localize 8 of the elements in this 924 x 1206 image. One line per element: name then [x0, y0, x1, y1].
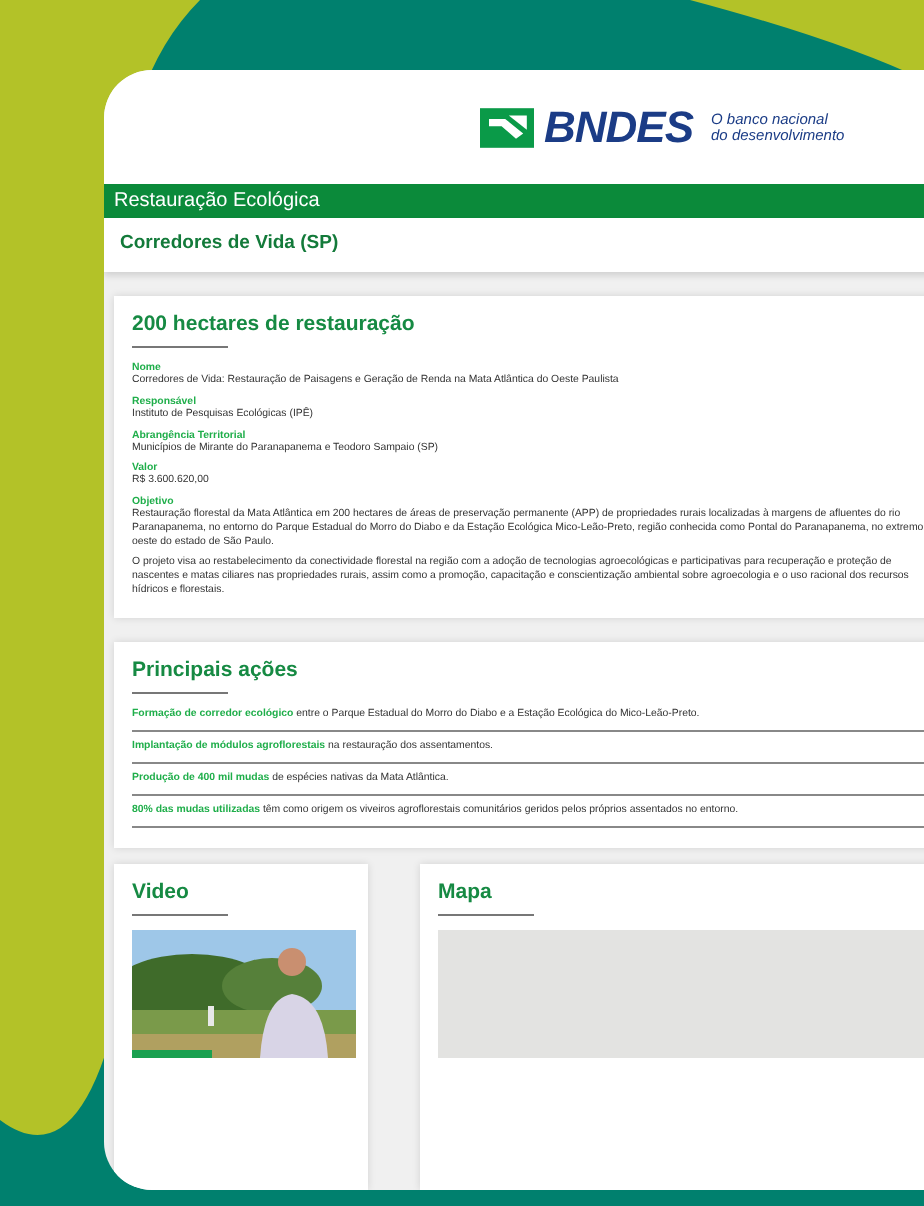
- section-title: 200 hectares de restauração: [132, 312, 417, 336]
- section-title: Mapa: [438, 879, 494, 903]
- category-bar: Restauração Ecológica: [104, 184, 924, 218]
- project-title: Corredores de Vida (SP): [104, 218, 924, 272]
- logo-icon: [480, 107, 534, 147]
- section-title: Video: [132, 879, 191, 903]
- section-title: Principais ações: [132, 657, 300, 681]
- logo-wordmark: BNDES: [544, 101, 694, 153]
